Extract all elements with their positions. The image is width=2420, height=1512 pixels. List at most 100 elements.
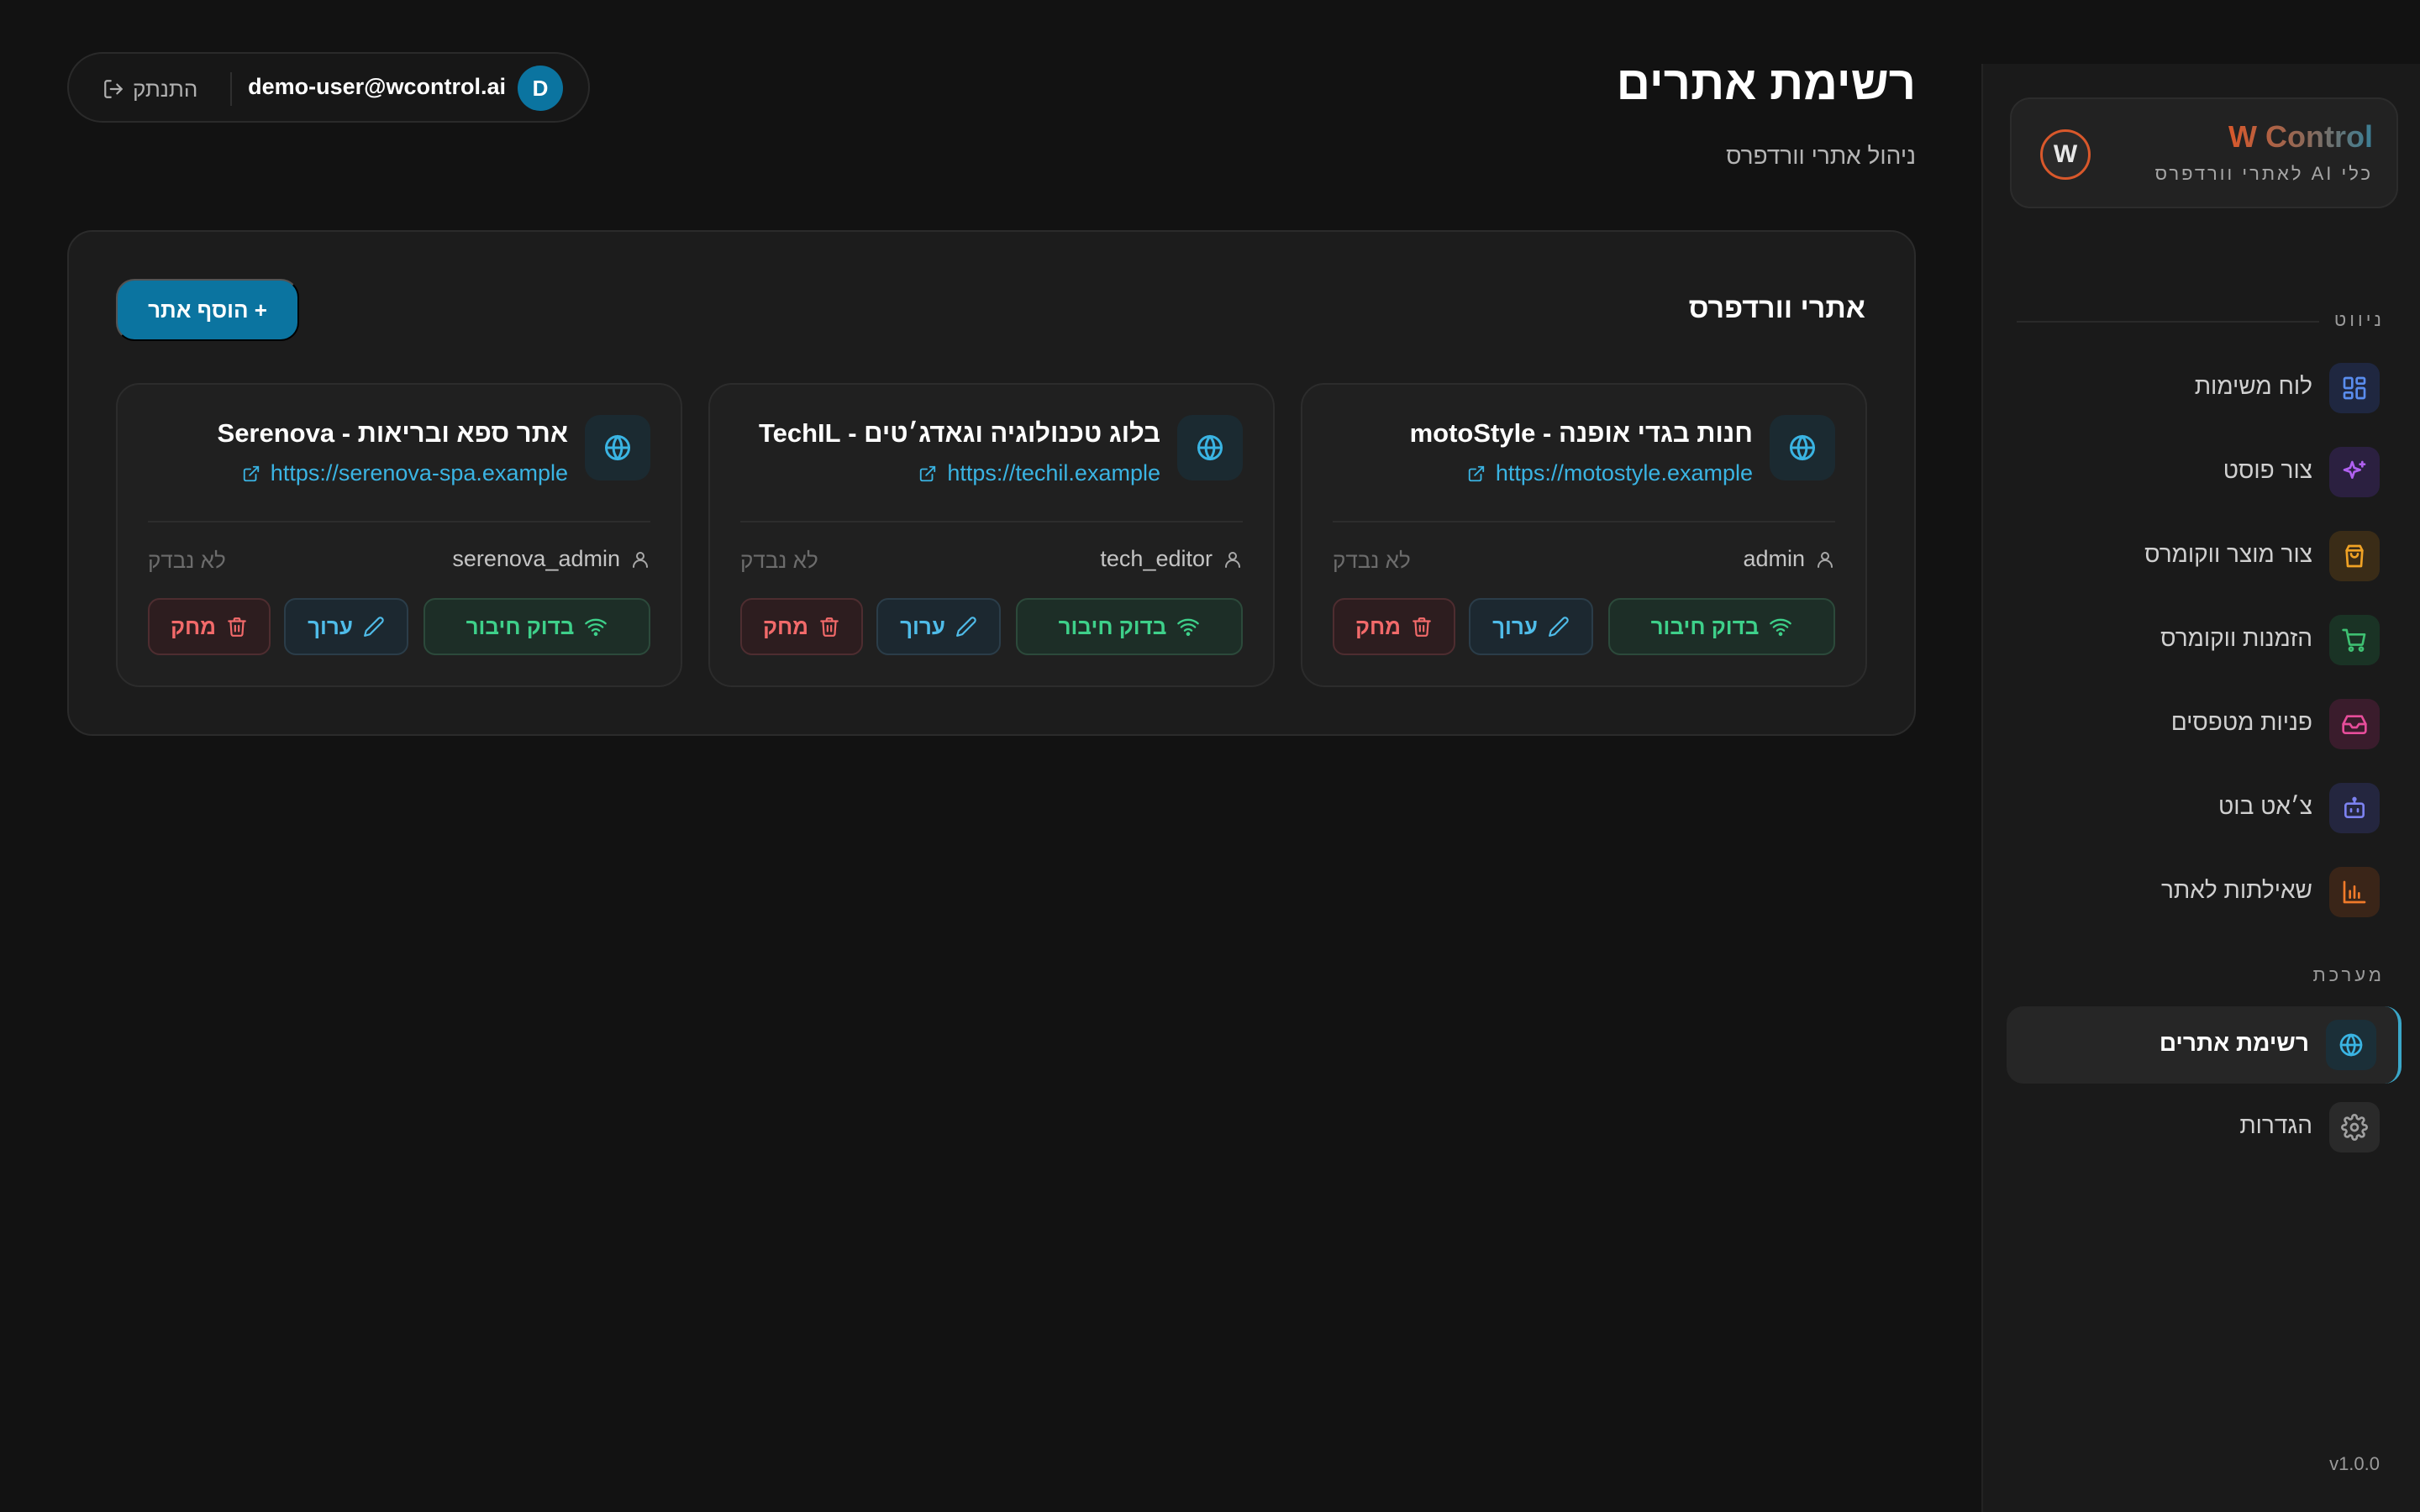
site-url: https://motostyle.example [1495, 460, 1753, 486]
site-url-link[interactable]: https://serenova-spa.example [242, 460, 568, 486]
brand-card: W Control כלי AI לאתרי וורדפרס W [2010, 97, 2398, 208]
site-url-link[interactable]: https://motostyle.example [1467, 460, 1753, 486]
site-url: https://serenova-spa.example [270, 460, 568, 486]
card-divider [1333, 521, 1835, 522]
sidebar-item-label: פניות מטפסים [2170, 709, 2312, 735]
pencil-icon [1548, 616, 1570, 638]
sidebar-item-settings[interactable]: הגדרות [2007, 1089, 2402, 1166]
dashboard-icon [2329, 363, 2380, 413]
globe-icon [585, 415, 650, 480]
bot-icon [2329, 783, 2380, 833]
site-name: חנות בגדי אופנה - motoStyle [1409, 418, 1753, 448]
site-card: בלוג טכנולוגיה וגאדג׳טים - TechIL https:… [708, 383, 1275, 687]
shopping-cart-icon [2329, 615, 2380, 665]
pencil-icon [363, 616, 385, 638]
bar-chart-icon [2329, 867, 2380, 917]
sidebar-item-dashboard[interactable]: לוח משימות [2007, 349, 2402, 427]
sidebar-item-create-post[interactable]: צור פוסט [2007, 433, 2402, 511]
site-name: אתר ספא ובריאות - Serenova [217, 418, 568, 448]
user-email: demo-user@wcontrol.ai [248, 74, 506, 99]
user-icon [1223, 549, 1243, 570]
button-label: מחק [762, 613, 809, 639]
wifi-icon [1769, 615, 1792, 638]
test-connection-button[interactable]: בדוק חיבור [1016, 598, 1243, 655]
button-label: מחק [1355, 613, 1402, 639]
sidebar-item-label: שאילתות לאתר [2160, 877, 2312, 903]
user-icon [1815, 549, 1835, 570]
card-divider [740, 521, 1243, 522]
edit-button[interactable]: ערוך [284, 598, 408, 655]
site-card: חנות בגדי אופנה - motoStyle https://moto… [1301, 383, 1867, 687]
test-connection-button[interactable]: בדוק חיבור [424, 598, 650, 655]
sidebar-item-site-queries[interactable]: שאילתות לאתר [2007, 853, 2402, 931]
button-label: ערוך [1492, 613, 1538, 639]
divider [230, 72, 232, 106]
avatar[interactable]: D [518, 66, 563, 111]
site-url: https://techil.example [947, 460, 1160, 486]
delete-button[interactable]: מחק [1333, 598, 1455, 655]
edit-button[interactable]: ערוך [1469, 598, 1593, 655]
sidebar-item-label: צור פוסט [2223, 457, 2312, 483]
connection-status: לא נבדק [740, 548, 818, 573]
sidebar-item-label: צור מוצר ווקומרס [2144, 541, 2312, 567]
sidebar-item-label: הגדרות [2239, 1112, 2312, 1138]
user-menu: D demo-user@wcontrol.ai התנתק [67, 52, 590, 123]
user-icon [630, 549, 650, 570]
site-card: אתר ספא ובריאות - Serenova https://seren… [116, 383, 682, 687]
trash-icon [818, 616, 840, 638]
sidebar-item-label: לוח משימות [2194, 373, 2312, 399]
section-label-navigation: ניווט [2333, 309, 2385, 330]
globe-icon [1177, 415, 1243, 480]
connection-status: לא נבדק [1333, 548, 1411, 573]
site-username: serenova_admin [452, 546, 620, 571]
app-version: v1.0.0 [2329, 1453, 2380, 1474]
external-link-icon [242, 465, 260, 483]
button-label: ערוך [308, 613, 353, 639]
panel-title: אתרי וורדפרס [1688, 292, 1865, 324]
sidebar-item-label: רשימת אתרים [2159, 1030, 2309, 1056]
sidebar-item-label: צ׳אט בוט [2218, 793, 2312, 819]
external-link-icon [918, 465, 937, 483]
sidebar: W Control כלי AI לאתרי וורדפרס W ניווט ל… [1981, 64, 2420, 1512]
gear-icon [2329, 1102, 2380, 1152]
button-label: בדוק חיבור [1650, 613, 1760, 639]
card-divider [148, 521, 650, 522]
edit-button[interactable]: ערוך [876, 598, 1001, 655]
delete-button[interactable]: מחק [740, 598, 863, 655]
shopping-bag-icon [2329, 531, 2380, 581]
sidebar-item-label: הזמנות ווקומרס [2160, 625, 2312, 651]
site-name: בלוג טכנולוגיה וגאדג׳טים - TechIL [758, 418, 1160, 448]
add-site-button[interactable]: + הוסף אתר [116, 279, 299, 341]
logout-icon [103, 78, 124, 100]
wifi-icon [584, 615, 608, 638]
sidebar-item-sites-list[interactable]: רשימת אתרים [2007, 1006, 2402, 1084]
site-username: admin [1743, 546, 1805, 571]
brand-subtitle: כלי AI לאתרי וורדפרס [2154, 163, 2373, 184]
page-subtitle: ניהול אתרי וורדפרס [1726, 143, 1916, 169]
inbox-icon [2329, 699, 2380, 749]
sidebar-item-create-product[interactable]: צור מוצר ווקומרס [2007, 517, 2402, 595]
wifi-icon [1176, 615, 1200, 638]
delete-button[interactable]: מחק [148, 598, 271, 655]
page-title: רשימת אתרים [1616, 56, 1916, 109]
logout-button[interactable]: התנתק [103, 74, 197, 104]
trash-icon [226, 616, 248, 638]
connection-status: לא נבדק [148, 548, 226, 573]
site-url-link[interactable]: https://techil.example [918, 460, 1160, 486]
sparkles-icon [2329, 447, 2380, 497]
pencil-icon [955, 616, 977, 638]
sidebar-item-chatbot[interactable]: צ׳אט בוט [2007, 769, 2402, 847]
trash-icon [1411, 616, 1433, 638]
button-label: בדוק חיבור [1058, 613, 1167, 639]
sidebar-item-form-submissions[interactable]: פניות מטפסים [2007, 685, 2402, 763]
sidebar-item-orders[interactable]: הזמנות ווקומרס [2007, 601, 2402, 679]
button-label: מחק [170, 613, 217, 639]
button-label: בדוק חיבור [466, 613, 575, 639]
test-connection-button[interactable]: בדוק חיבור [1608, 598, 1835, 655]
site-user: serenova_admin [452, 546, 650, 572]
section-label-system: מערכת [2312, 964, 2385, 985]
site-user: tech_editor [1100, 546, 1243, 572]
site-username: tech_editor [1100, 546, 1213, 571]
sites-panel: אתרי וורדפרס + הוסף אתר חנות בגדי אופנה … [67, 230, 1916, 736]
logout-label: התנתק [133, 76, 198, 102]
